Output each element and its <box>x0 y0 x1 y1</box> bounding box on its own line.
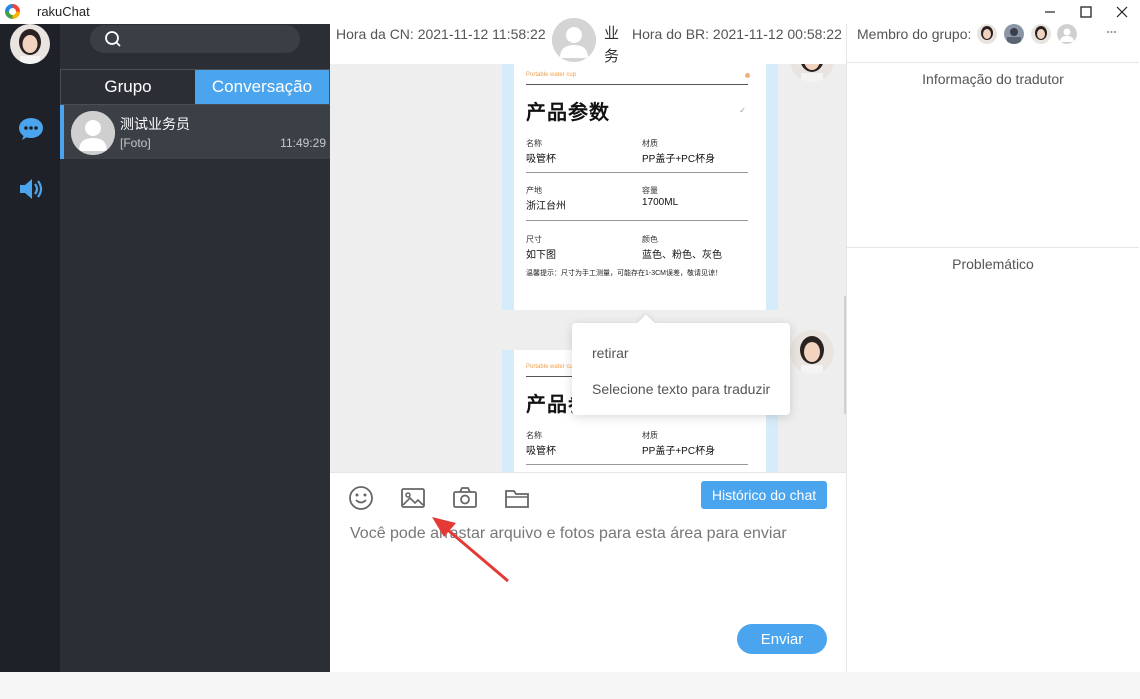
message-area: Portable water cup 产品参数 ✓ 名称 吸管杯 材质 PP盖子… <box>330 64 846 472</box>
avatar[interactable] <box>790 330 834 374</box>
check-icon: ✓ <box>739 106 746 115</box>
conversation-list-panel: Grupo Conversação 测试业务员 [Foto] 11:49:29 <box>60 24 330 672</box>
card-value: 蓝色、粉色、灰色 <box>642 250 722 261</box>
avatar[interactable] <box>1004 24 1024 44</box>
composer: Histórico do chat Você pode arrastar arq… <box>330 472 846 672</box>
menu-item-translate[interactable]: Selecione texto para traduzir <box>592 381 770 397</box>
list-item[interactable]: 测试业务员 [Foto] 11:49:29 <box>60 105 330 159</box>
chat-bubble-icon[interactable] <box>18 117 44 141</box>
avatar[interactable] <box>552 18 596 62</box>
card-label: 颜色 <box>642 235 658 244</box>
window-title: rakuChat <box>37 4 90 19</box>
left-rail <box>0 24 60 672</box>
minimize-icon[interactable] <box>1032 0 1068 24</box>
context-menu: retirar Selecione texto para traduzir <box>572 323 790 415</box>
more-icon[interactable] <box>1105 24 1121 40</box>
chat-header: Hora da CN: 2021-11-12 11:58:22 业务 Hora … <box>330 18 846 65</box>
card-value: 浙江台州 <box>526 201 566 212</box>
send-button[interactable]: Enviar <box>737 624 827 654</box>
search-icon <box>104 30 122 48</box>
avatar <box>71 111 115 155</box>
card-value: 如下图 <box>526 250 556 261</box>
search-input[interactable] <box>90 25 300 53</box>
conversation-preview: [Foto] <box>120 136 151 150</box>
card-label: 材质 <box>642 139 658 148</box>
translator-info-title: Informação do tradutor <box>922 71 1064 87</box>
status-bar <box>0 672 1140 699</box>
card-value: PP盖子+PC杯身 <box>642 446 716 457</box>
members-label: Membro do grupo: <box>857 26 972 42</box>
divider <box>847 62 1139 63</box>
avatar[interactable] <box>1031 24 1051 44</box>
card-value: 1700ML <box>642 197 679 208</box>
conversation-name: 测试业务员 <box>120 116 190 132</box>
card-brand: Portable water cup <box>526 72 577 78</box>
divider <box>847 247 1139 248</box>
tab-conversation[interactable]: Conversação <box>195 70 329 104</box>
card-brand: Portable water cup <box>526 364 577 370</box>
speaker-icon[interactable] <box>18 177 44 201</box>
image-icon[interactable] <box>400 485 428 511</box>
avatar[interactable] <box>790 64 834 82</box>
maximize-icon[interactable] <box>1068 0 1104 24</box>
card-note: 温馨提示：尺寸为手工测量，可能存在1-3CM误差，敬请见谅！ <box>526 270 723 277</box>
card-value: PP盖子+PC杯身 <box>642 154 716 165</box>
card-label: 材质 <box>642 431 658 440</box>
card-value: 吸管杯 <box>526 446 556 457</box>
cn-time: Hora da CN: 2021-11-12 11:58:22 <box>336 26 546 42</box>
divider <box>526 220 748 221</box>
tab-bar: Grupo Conversação <box>60 69 330 105</box>
folder-icon[interactable] <box>504 485 532 511</box>
dot-icon <box>745 73 750 78</box>
avatar[interactable] <box>10 24 50 64</box>
menu-item-retract[interactable]: retirar <box>592 345 629 361</box>
right-panel: Membro do grupo: Informação do tradutor … <box>846 24 1139 672</box>
image-message[interactable]: Portable water cup 产品参数 ✓ 名称 吸管杯 材质 PP盖子… <box>502 64 778 310</box>
conversation-time: 11:49:29 <box>280 136 326 150</box>
problem-title: Problemático <box>952 256 1034 272</box>
avatar[interactable] <box>977 24 997 44</box>
card-label: 产地 <box>526 186 542 195</box>
close-icon[interactable] <box>1104 0 1140 24</box>
card-value: 吸管杯 <box>526 154 556 165</box>
chat-history-button[interactable]: Histórico do chat <box>701 481 827 509</box>
card-label: 容量 <box>642 186 658 195</box>
card-title: 产品参数 <box>526 102 610 124</box>
contact-name: 业务 <box>604 25 620 65</box>
card-label: 尺寸 <box>526 235 542 244</box>
message-input[interactable]: Você pode arrastar arquivo e fotos para … <box>350 525 787 543</box>
avatar[interactable] <box>1057 24 1077 44</box>
card-label: 名称 <box>526 431 542 440</box>
divider <box>526 84 748 85</box>
divider <box>526 172 748 173</box>
divider <box>526 464 748 465</box>
app-logo-icon <box>5 4 20 19</box>
camera-icon[interactable] <box>452 485 480 511</box>
tab-group[interactable]: Grupo <box>61 70 195 104</box>
card-label: 名称 <box>526 139 542 148</box>
br-time: Hora do BR: 2021-11-12 00:58:22 <box>632 26 842 42</box>
emoji-icon[interactable] <box>348 485 376 511</box>
product-card: Portable water cup 产品参数 ✓ 名称 吸管杯 材质 PP盖子… <box>514 64 766 310</box>
